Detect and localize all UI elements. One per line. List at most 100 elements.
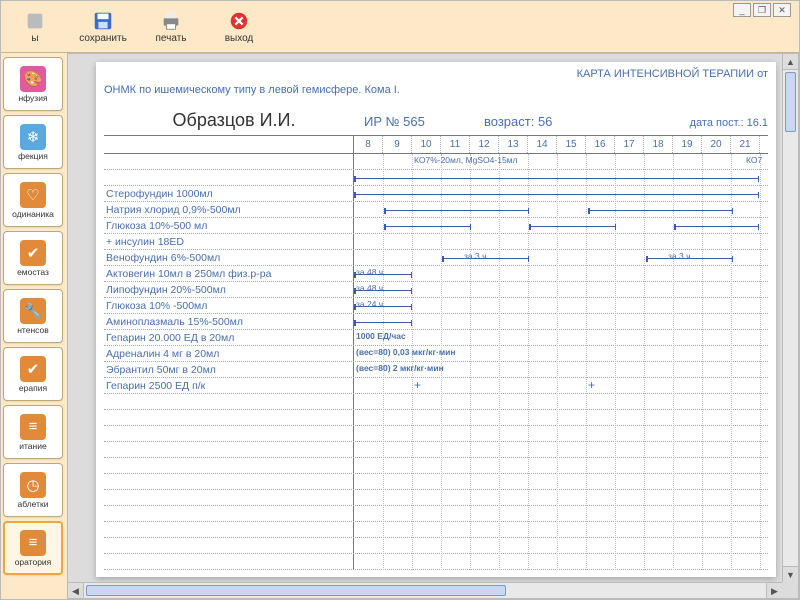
toolbar-exit[interactable]: выход	[209, 4, 269, 50]
toolbar-label: сохранить	[79, 33, 127, 44]
annotation: за 24 ч	[356, 299, 383, 309]
drug-label	[104, 474, 354, 489]
chart-row	[104, 426, 768, 442]
chart-row: Гепарин 2500 ЕД п/к++	[104, 378, 768, 394]
timeline-cell	[354, 554, 768, 569]
scroll-down-icon[interactable]: ▼	[783, 566, 798, 582]
chart-row	[104, 394, 768, 410]
chart-row: Глюкоза 10%-500 мл	[104, 218, 768, 234]
toolbar-label: выход	[225, 33, 254, 44]
timeline-cell: за 3 чза 3 ч	[354, 250, 768, 265]
sidebar-label: ерапия	[19, 384, 47, 393]
scroll-thumb-h[interactable]	[86, 585, 506, 596]
plus-marker: +	[588, 378, 595, 392]
generic-icon	[24, 10, 46, 32]
timeline-cell: (вес=80) 2 мкг/кг·мин	[354, 362, 768, 377]
chart-row	[104, 474, 768, 490]
save-icon	[92, 10, 114, 32]
sidebar-item-аблетки[interactable]: ◷ аблетки	[3, 463, 63, 517]
chart-row: Стерофундин 1000мл	[104, 186, 768, 202]
timeline-cell	[354, 314, 768, 329]
annotation: за 3 ч	[464, 251, 487, 261]
chart-row	[104, 410, 768, 426]
chart-row: Адреналин 4 мг в 20мл(вес=80) 0,03 мкг/к…	[104, 346, 768, 362]
sidebar-item-нтенсов[interactable]: 🔧нтенсов	[3, 289, 63, 343]
chart-row: Липофундин 20%-500млза 48 ч	[104, 282, 768, 298]
scroll-left-icon[interactable]: ◀	[68, 583, 84, 598]
timeline-cell: (вес=80) 0,03 мкг/кг·мин	[354, 346, 768, 361]
list-icon: ≡	[20, 414, 46, 440]
chart-row: Аминоплазмаль 15%-500мл	[104, 314, 768, 330]
maximize-button[interactable]: ❐	[753, 3, 771, 17]
scroll-thumb-v[interactable]	[785, 72, 796, 132]
check-icon: ✔	[20, 356, 46, 382]
chart-row: Гепарин 20.000 ЕД в 20мл1000 ЕД/час	[104, 330, 768, 346]
list-icon: ≡	[20, 530, 46, 556]
minimize-button[interactable]: _	[733, 3, 751, 17]
sidebar-label: фекция	[18, 152, 48, 161]
sidebar-item-емостаз[interactable]: ✔емостаз	[3, 231, 63, 285]
clock-icon: ◷	[20, 472, 46, 498]
sidebar-item-одинаника[interactable]: ♡одинаника	[3, 173, 63, 227]
hour-cell: 19	[673, 136, 702, 153]
annotation: (вес=80) 0,03 мкг/кг·мин	[356, 347, 456, 357]
hour-cell: 9	[383, 136, 412, 153]
sidebar-item-нфузия[interactable]: 🎨 нфузия	[3, 57, 63, 111]
hour-cell: 13	[499, 136, 528, 153]
timeline-cell	[354, 202, 768, 217]
sidebar-label: нфузия	[18, 94, 47, 103]
timeline-cell: за 48 ч	[354, 266, 768, 281]
palette-icon: 🎨	[20, 66, 46, 92]
drug-label	[104, 170, 354, 185]
horizontal-scrollbar[interactable]: ◀ ▶	[68, 582, 782, 598]
sidebar-item-фекция[interactable]: ❄фекция	[3, 115, 63, 169]
timeline-cell	[354, 394, 768, 409]
toolbar-print[interactable]: печать	[141, 4, 201, 50]
infusion-bar	[384, 226, 471, 227]
annotation: за 48 ч	[356, 267, 383, 277]
chart-row	[104, 442, 768, 458]
toolbar-save[interactable]: сохранить	[73, 4, 133, 50]
timeline-cell: ++	[354, 378, 768, 393]
application-window: _ ❐ ✕ ы сохранить печать выход 🎨 нфузия ❄фекц…	[0, 0, 800, 600]
hour-cell: 18	[644, 136, 673, 153]
hour-cell: 15	[557, 136, 586, 153]
chart-row	[104, 506, 768, 522]
drug-label: Стерофундин 1000мл	[104, 186, 354, 201]
sidebar-item-итание[interactable]: ≡итание	[3, 405, 63, 459]
sidebar-label: аблетки	[18, 500, 49, 509]
hour-cell: 10	[412, 136, 441, 153]
infusion-bar	[354, 178, 759, 179]
timeline-cell	[354, 186, 768, 201]
toolbar-generic[interactable]: ы	[5, 4, 65, 50]
drug-label: Эбрантил 50мг в 20мл	[104, 362, 354, 377]
infusion-bar	[588, 210, 733, 211]
drug-label: Адреналин 4 мг в 20мл	[104, 346, 354, 361]
timeline-cell	[354, 426, 768, 441]
exit-icon	[228, 10, 250, 32]
vertical-scrollbar[interactable]: ▲ ▼	[782, 54, 798, 582]
drug-label	[104, 522, 354, 537]
close-button[interactable]: ✕	[773, 3, 791, 17]
infusion-bar	[354, 194, 759, 195]
annotation: КО7	[746, 155, 762, 165]
chart-row	[104, 170, 768, 186]
infusion-bar	[384, 210, 529, 211]
chart-row	[104, 522, 768, 538]
timeline-cell	[354, 538, 768, 553]
scroll-up-icon[interactable]: ▲	[783, 54, 798, 70]
therapy-chart-page: КАРТА ИНТЕНСИВНОЙ ТЕРАПИИ от ОНМК по ише…	[96, 62, 776, 577]
toolbar-label: ы	[31, 33, 38, 44]
document-viewport: КАРТА ИНТЕНСИВНОЙ ТЕРАПИИ от ОНМК по ише…	[67, 53, 799, 599]
chart-row	[104, 538, 768, 554]
drug-label	[104, 154, 354, 169]
sidebar-item-оратория[interactable]: ≡оратория	[3, 521, 63, 575]
scroll-right-icon[interactable]: ▶	[766, 583, 782, 598]
diagnosis-text: ОНМК по ишемическому типу в левой гемисф…	[104, 84, 768, 96]
drug-label	[104, 410, 354, 425]
drug-label: Аминоплазмаль 15%-500мл	[104, 314, 354, 329]
sidebar-item-ерапия[interactable]: ✔ ерапия	[3, 347, 63, 401]
chart-row: Эбрантил 50мг в 20мл(вес=80) 2 мкг/кг·ми…	[104, 362, 768, 378]
chart-row: Глюкоза 10% -500млза 24 ч	[104, 298, 768, 314]
annotation: (вес=80) 2 мкг/кг·мин	[356, 363, 444, 373]
